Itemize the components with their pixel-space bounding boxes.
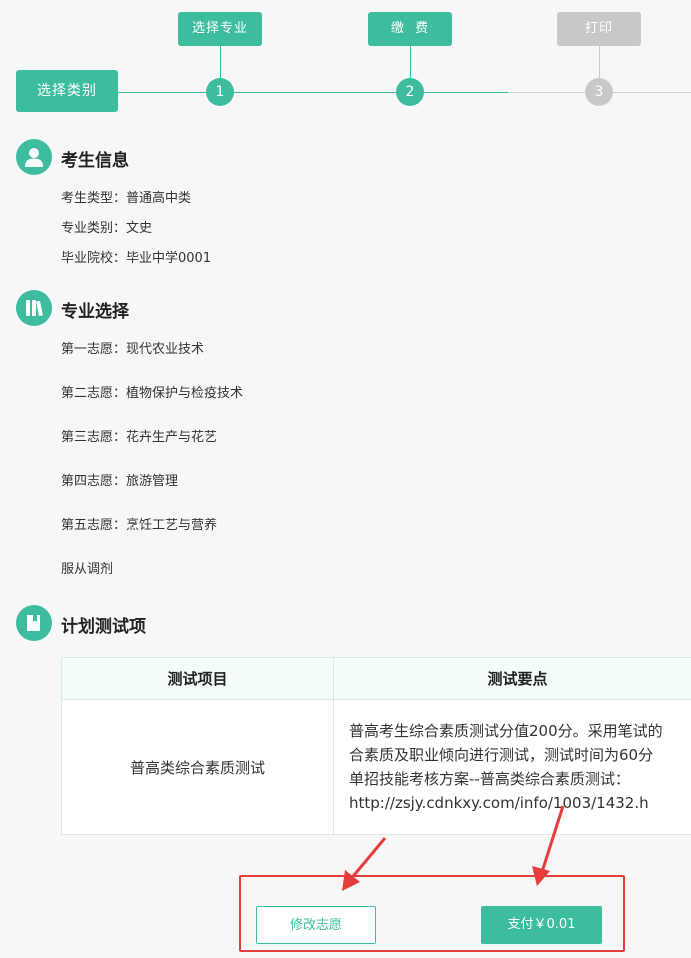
test-points-line: 普高考生综合素质测试分值200分。采用笔试的 — [349, 722, 663, 740]
step-connector — [599, 46, 600, 78]
test-plan-title: 计划测试项 — [61, 617, 146, 637]
major-choice-title: 专业选择 — [61, 302, 129, 322]
choice-5: 第五志愿：烹饪工艺与营养 — [61, 518, 218, 533]
step-connector — [220, 46, 221, 78]
step-select-major-button[interactable]: 选择专业 — [178, 12, 262, 46]
major-category: 专业类别：文史 — [61, 221, 153, 236]
column-header-item: 测试项目 — [61, 657, 334, 700]
test-points-line: 单招技能考核方案--普高类综合素质测试： — [349, 770, 630, 788]
book-icon — [16, 605, 52, 641]
step-circle-1: 1 — [206, 78, 234, 106]
table-header-row: 测试项目 测试要点 — [61, 657, 691, 700]
step-pay-button[interactable]: 缴 费 — [368, 12, 452, 46]
choice-2: 第二志愿：植物保护与检疫技术 — [61, 386, 244, 401]
step-print-button[interactable]: 打印 — [557, 12, 641, 46]
choice-4: 第四志愿：旅游管理 — [61, 474, 179, 489]
column-header-points: 测试要点 — [333, 657, 691, 700]
pay-button[interactable]: 支付￥0.01 — [481, 906, 602, 944]
accept-adjustment: 服从调剂 — [61, 562, 114, 577]
modify-choice-button[interactable]: 修改志愿 — [256, 906, 376, 944]
step-circle-3: 3 — [585, 78, 613, 106]
choice-1: 第一志愿：现代农业技术 — [61, 342, 205, 357]
student-info-title: 考生信息 — [61, 151, 129, 171]
test-item-cell: 普高类综合素质测试 — [61, 699, 334, 835]
books-icon — [16, 290, 52, 326]
step-line-progress — [118, 92, 508, 93]
step-circle-2: 2 — [396, 78, 424, 106]
test-points-line: 合素质及职业倾向进行测试，测试时间为60分 — [349, 746, 654, 764]
step-category-button[interactable]: 选择类别 — [16, 70, 118, 112]
graduate-school: 毕业院校：毕业中学0001 — [61, 251, 212, 266]
student-type: 考生类型：普通高中类 — [61, 191, 192, 206]
choice-3: 第三志愿：花卉生产与花艺 — [61, 430, 218, 445]
step-connector — [410, 46, 411, 78]
user-icon — [16, 139, 52, 175]
